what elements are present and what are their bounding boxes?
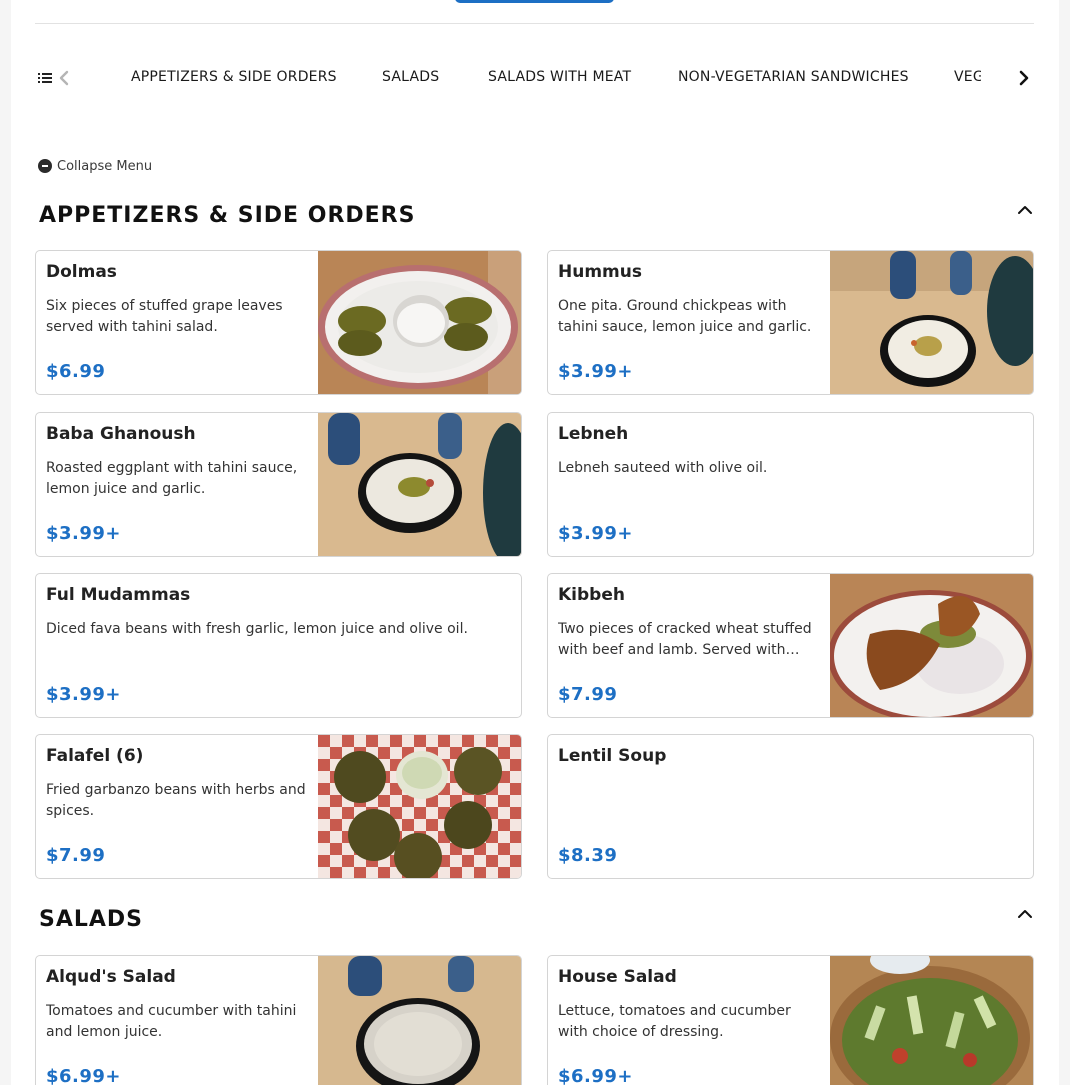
item-price: $6.99+ bbox=[46, 1066, 122, 1085]
menu-item-card[interactable]: Ful Mudammas Diced fava beans with fresh… bbox=[35, 573, 522, 718]
chevron-left-icon[interactable] bbox=[57, 68, 71, 88]
top-action-button[interactable] bbox=[455, 0, 614, 3]
chevron-up-icon[interactable] bbox=[1016, 202, 1034, 216]
chevron-up-icon[interactable] bbox=[1016, 906, 1034, 920]
house-salad-photo bbox=[830, 956, 1033, 1085]
item-description: Tomatoes and cucumber with tahini and le… bbox=[46, 1003, 297, 1040]
menu-item-card[interactable]: Lentil Soup $8.39 bbox=[547, 734, 1034, 879]
menu-item-card[interactable]: Falafel (6) Fried garbanzo beans with he… bbox=[35, 734, 522, 879]
item-name: Lentil Soup bbox=[558, 746, 667, 766]
item-description: Fried garbanzo beans with herbs and spic… bbox=[46, 782, 306, 819]
menu-item-card[interactable]: Kibbeh Two pieces of cracked wheat stuff… bbox=[547, 573, 1034, 718]
section-title: APPETIZERS & SIDE ORDERS bbox=[39, 203, 416, 228]
falafel-photo bbox=[318, 735, 521, 878]
collapse-menu-label: Collapse Menu bbox=[57, 158, 153, 174]
menu-item-card[interactable]: Baba Ghanoush Roasted eggplant with tahi… bbox=[35, 412, 522, 557]
menu-page: APPETIZERS & SIDE ORDERS SALADS SALADS W… bbox=[11, 0, 1059, 1085]
item-price: $3.99+ bbox=[46, 684, 122, 705]
dolmas-photo bbox=[318, 251, 521, 394]
item-price: $7.99 bbox=[558, 684, 618, 705]
menu-item-card[interactable]: Alqud's Salad Tomatoes and cucumber with… bbox=[35, 955, 522, 1085]
chevron-right-icon[interactable] bbox=[1015, 67, 1033, 89]
baba-ghanoush-photo bbox=[318, 413, 521, 556]
kibbeh-photo bbox=[830, 574, 1033, 717]
item-description: One pita. Ground chickpeas with tahini s… bbox=[558, 298, 812, 335]
collapse-menu-button[interactable]: Collapse Menu bbox=[38, 157, 152, 175]
item-description: Lettuce, tomatoes and cucumber with choi… bbox=[558, 1003, 791, 1040]
item-price: $7.99 bbox=[46, 845, 106, 866]
item-price: $8.39 bbox=[558, 845, 618, 866]
item-description: Diced fava beans with fresh garlic, lemo… bbox=[46, 621, 468, 637]
item-name: Ful Mudammas bbox=[46, 585, 191, 605]
item-name: Alqud's Salad bbox=[46, 967, 176, 987]
category-strip: APPETIZERS & SIDE ORDERS SALADS SALADS W… bbox=[117, 52, 981, 104]
category-tab[interactable]: NON-VEGETARIAN SANDWICHES bbox=[678, 69, 909, 85]
item-price: $6.99+ bbox=[558, 1066, 634, 1085]
category-tab[interactable]: VEGE bbox=[954, 69, 981, 85]
item-name: Kibbeh bbox=[558, 585, 625, 605]
menu-item-card[interactable]: House Salad Lettuce, tomatoes and cucumb… bbox=[547, 955, 1034, 1085]
hummus-photo bbox=[830, 251, 1033, 394]
item-price: $6.99 bbox=[46, 361, 106, 382]
category-nav: APPETIZERS & SIDE ORDERS SALADS SALADS W… bbox=[35, 52, 1034, 104]
alquds-salad-photo bbox=[318, 956, 521, 1085]
list-icon[interactable] bbox=[37, 70, 53, 86]
category-tab[interactable]: APPETIZERS & SIDE ORDERS bbox=[131, 69, 337, 85]
item-description: Lebneh sauteed with olive oil. bbox=[558, 460, 768, 476]
item-name: Baba Ghanoush bbox=[46, 424, 196, 444]
menu-item-card[interactable]: Dolmas Six pieces of stuffed grape leave… bbox=[35, 250, 522, 395]
item-price: $3.99+ bbox=[558, 361, 634, 382]
section-title: SALADS bbox=[39, 907, 144, 932]
category-tab[interactable]: SALADS WITH MEAT bbox=[488, 69, 631, 85]
item-price: $3.99+ bbox=[558, 523, 634, 544]
category-tab[interactable]: SALADS bbox=[382, 69, 439, 85]
item-name: Lebneh bbox=[558, 424, 629, 444]
item-name: Dolmas bbox=[46, 262, 117, 282]
item-name: House Salad bbox=[558, 967, 677, 987]
minus-circle-icon bbox=[38, 159, 52, 173]
menu-item-card[interactable]: Lebneh Lebneh sauteed with olive oil. $3… bbox=[547, 412, 1034, 557]
menu-item-card[interactable]: Hummus One pita. Ground chickpeas with t… bbox=[547, 250, 1034, 395]
item-name: Hummus bbox=[558, 262, 642, 282]
item-price: $3.99+ bbox=[46, 523, 122, 544]
item-name: Falafel (6) bbox=[46, 746, 144, 766]
item-description: Two pieces of cracked wheat stuffed with… bbox=[558, 621, 812, 658]
item-description: Six pieces of stuffed grape leaves serve… bbox=[46, 298, 283, 335]
item-description: Roasted eggplant with tahini sauce, lemo… bbox=[46, 460, 298, 497]
top-bar bbox=[35, 0, 1034, 24]
